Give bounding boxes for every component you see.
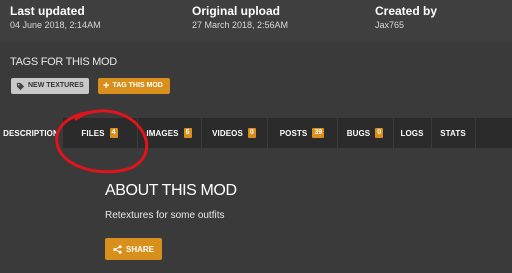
about-title: ABOUT THIS MOD [105,182,237,199]
tab-bugs[interactable]: BUGS 0 [337,118,394,148]
tab-label: FILES [81,128,105,138]
created-by: Created by Jax765 [375,4,437,32]
tab-videos[interactable]: VIDEOS 0 [201,118,268,148]
original-upload: Original upload 27 March 2018, 2:56AM [192,4,288,32]
tab-files[interactable]: FILES 4 [62,118,138,148]
tag-this-mod-label: TAG THIS MOD [112,82,163,89]
posts-count-badge: 39 [312,128,325,138]
bugs-count-badge: 0 [375,128,384,138]
original-upload-label: Original upload [192,4,281,18]
tags-title: TAGS FOR THIS MOD [10,56,117,68]
tab-label: VIDEOS [212,128,243,138]
tab-logs[interactable]: LOGS [393,118,432,148]
last-updated-label: Last updated [10,4,85,18]
about-text: Retextures for some outfits [105,210,225,221]
tag-new-textures[interactable]: NEW TEXTURES [11,78,89,94]
tab-label: LOGS [400,128,424,138]
mod-tabs: DESCRIPTION FILES 4 IMAGES 6 VIDEOS 0 PO… [0,118,512,148]
tab-label: POSTS [279,128,308,138]
tag-icon [16,82,25,91]
mod-meta-bar: Last updated 04 June 2018, 2:14AM Origin… [0,0,512,42]
tab-label: STATS [440,128,466,138]
tab-label: DESCRIPTION [3,128,59,138]
original-upload-value: 27 March 2018, 2:56AM [192,20,289,30]
last-updated-value: 04 June 2018, 2:14AM [10,20,101,30]
share-label: SHARE [125,244,154,254]
last-updated: Last updated 04 June 2018, 2:14AM [10,4,101,32]
created-by-label: Created by [375,4,438,18]
tab-label: BUGS [346,128,371,138]
plus-icon: + [103,80,110,92]
tag-this-mod-button[interactable]: + TAG THIS MOD [98,78,170,94]
tab-posts[interactable]: POSTS 39 [267,118,338,148]
share-icon [113,244,122,254]
tags-section: TAGS FOR THIS MOD NEW TEXTURES + TAG THI… [0,42,512,118]
images-count-badge: 6 [183,128,192,138]
files-count-badge: 4 [109,128,118,138]
tab-label: IMAGES [146,128,179,138]
tab-stats[interactable]: STATS [431,118,476,148]
created-by-value[interactable]: Jax765 [375,18,437,32]
tab-images[interactable]: IMAGES 6 [137,118,202,148]
share-button[interactable]: SHARE [105,238,162,260]
description-panel: ABOUT THIS MOD Retextures for some outfi… [0,148,512,273]
tag-label: NEW TEXTURES [28,82,84,89]
videos-count-badge: 0 [247,128,256,138]
tab-description[interactable]: DESCRIPTION [0,118,63,148]
